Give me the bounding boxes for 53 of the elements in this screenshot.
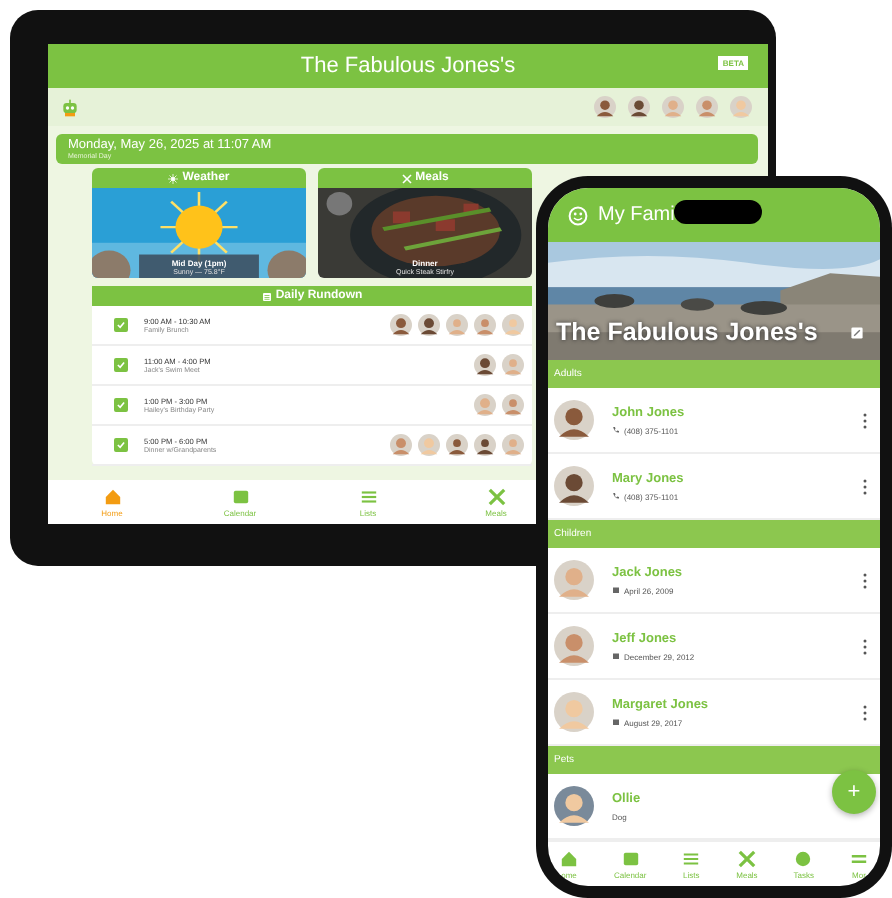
avatar	[502, 394, 524, 416]
home-icon	[103, 487, 121, 505]
calendar-icon	[612, 718, 620, 726]
app-title: My Fami	[598, 204, 675, 226]
tasks-icon	[794, 849, 813, 867]
more-icon[interactable]	[862, 637, 868, 655]
avatar	[418, 434, 440, 456]
more-icon[interactable]	[862, 477, 868, 495]
avatar[interactable]	[554, 786, 594, 826]
app-title: The Fabulous Jones's	[300, 54, 516, 78]
more-icon[interactable]	[862, 411, 868, 429]
avatar	[418, 314, 440, 336]
avatar	[390, 314, 412, 336]
avatar	[390, 434, 412, 456]
avatar[interactable]	[628, 96, 650, 118]
more-icon[interactable]	[862, 571, 868, 589]
sun-icon	[168, 173, 179, 183]
camera-notch	[674, 200, 762, 224]
edit-icon[interactable]	[850, 326, 864, 340]
meals-icon	[737, 849, 756, 867]
checkbox[interactable]	[114, 398, 128, 412]
smiley-icon[interactable]	[568, 205, 588, 225]
calendar-icon	[621, 849, 640, 867]
avatar	[474, 314, 496, 336]
avatar	[474, 354, 496, 376]
checkbox[interactable]	[114, 318, 128, 332]
avatar[interactable]	[554, 466, 594, 506]
lists-icon	[682, 849, 701, 867]
meals-icon	[487, 487, 505, 505]
phone-icon	[612, 492, 620, 500]
family-name: The Fabulous Jones's	[556, 318, 818, 346]
phone-icon	[612, 426, 620, 434]
avatar	[502, 354, 524, 376]
avatar	[474, 434, 496, 456]
calendar-icon	[612, 652, 620, 660]
avatar	[446, 434, 468, 456]
robot-icon[interactable]	[60, 97, 80, 117]
lists-icon	[359, 487, 377, 505]
more-icon	[849, 849, 868, 867]
calendar-icon	[231, 487, 249, 505]
avatar	[502, 314, 524, 336]
add-button[interactable]: +	[832, 770, 876, 814]
more-icon[interactable]	[862, 703, 868, 721]
avatar	[446, 314, 468, 336]
avatar	[474, 394, 496, 416]
checkbox[interactable]	[114, 358, 128, 372]
checkbox[interactable]	[114, 438, 128, 452]
avatar	[502, 434, 524, 456]
avatar[interactable]	[554, 400, 594, 440]
calendar-icon	[612, 586, 620, 594]
list-icon	[261, 291, 272, 301]
avatar[interactable]	[594, 96, 616, 118]
home-icon	[560, 849, 578, 867]
